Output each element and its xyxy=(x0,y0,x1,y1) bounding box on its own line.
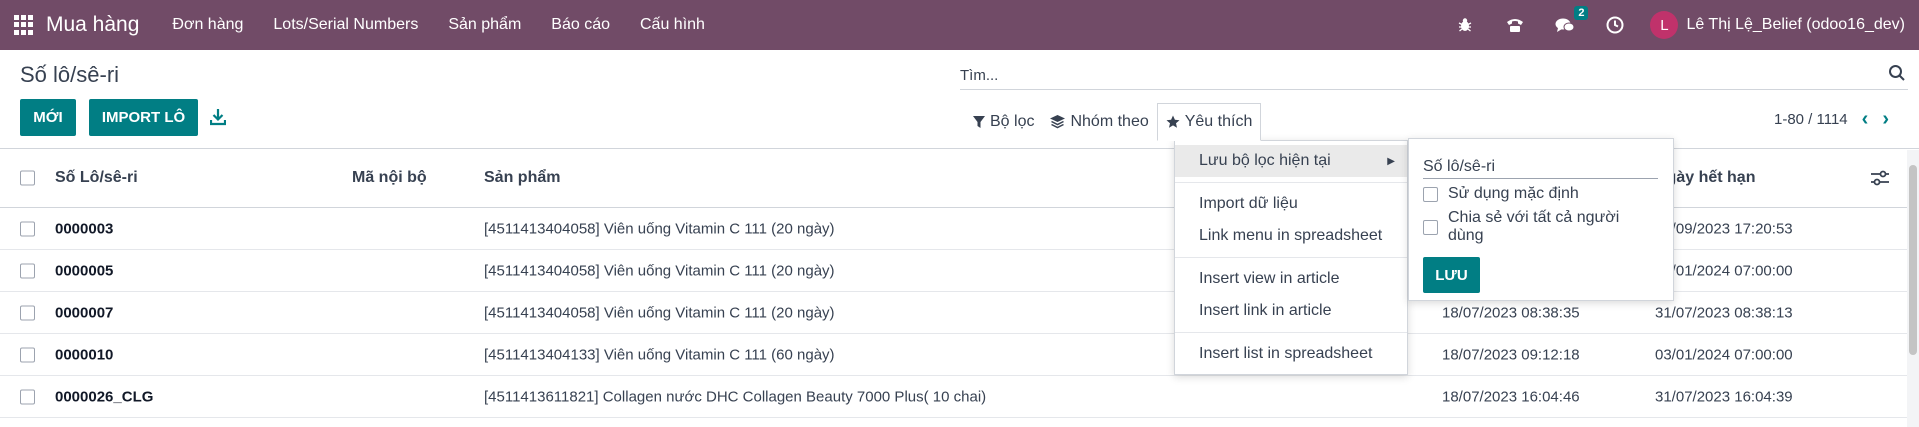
header-product[interactable]: Sản phẩm xyxy=(484,169,560,187)
search-input[interactable] xyxy=(960,62,1860,88)
lot-number: 0000026_CLG xyxy=(55,388,154,405)
new-button[interactable]: MỚI xyxy=(20,99,76,136)
app-name[interactable]: Mua hàng xyxy=(46,13,139,37)
main-menu: Đơn hàng Lots/Serial Numbers Sản phẩm Bá… xyxy=(157,16,720,34)
menu-divider xyxy=(1175,257,1407,258)
expiry-date: 03/01/2024 07:00:00 xyxy=(1655,346,1793,363)
import-data-item[interactable]: Import dữ liệu xyxy=(1175,188,1407,220)
favorites-label: Yêu thích xyxy=(1184,113,1253,130)
bug-icon[interactable] xyxy=(1454,14,1476,36)
row-checkbox[interactable] xyxy=(20,263,35,278)
lot-number: 0000010 xyxy=(55,346,114,363)
scrollbar-thumb[interactable] xyxy=(1909,165,1917,355)
lot-number: 0000003 xyxy=(55,220,114,237)
product-name: [4511413404058] Viên uống Vitamin C 111 … xyxy=(484,262,835,279)
save-current-filter-item[interactable]: Lưu bộ lọc hiện tại ▶ xyxy=(1175,145,1407,177)
star-icon xyxy=(1166,115,1180,128)
download-icon[interactable] xyxy=(210,108,226,126)
expiry-date: 03/01/2024 07:00:00 xyxy=(1655,262,1793,279)
vertical-scrollbar[interactable] xyxy=(1907,150,1919,427)
product-name: [4511413404058] Viên uống Vitamin C 111 … xyxy=(484,220,835,237)
groupby-toggle[interactable]: Nhóm theo xyxy=(1042,103,1156,141)
menu-products[interactable]: Sản phẩm xyxy=(433,16,536,34)
column-settings-icon[interactable] xyxy=(1871,170,1889,186)
created-date: 18/07/2023 09:12:18 xyxy=(1442,346,1580,363)
pager-value[interactable]: 1-80 / 1114 xyxy=(1774,111,1848,128)
save-current-filter-label: Lưu bộ lọc hiện tại xyxy=(1199,152,1331,169)
link-menu-spreadsheet-item[interactable]: Link menu in spreadsheet xyxy=(1175,220,1407,252)
menu-configuration[interactable]: Cấu hình xyxy=(625,16,720,34)
created-date: 18/07/2023 08:38:35 xyxy=(1442,304,1580,321)
row-checkbox[interactable] xyxy=(20,305,35,320)
messages-count-badge: 2 xyxy=(1574,6,1589,20)
clock-icon[interactable] xyxy=(1604,14,1626,36)
lot-number: 0000005 xyxy=(55,262,114,279)
table-row[interactable]: 0000026_CLG [4511413611821] Collagen nướ… xyxy=(0,376,1919,418)
filters-toggle[interactable]: Bộ lọc xyxy=(965,103,1042,141)
header-lot[interactable]: Số Lô/sê-ri xyxy=(55,169,138,187)
menu-divider xyxy=(1175,332,1407,333)
product-name: [4511413611821] Collagen nước DHC Collag… xyxy=(484,388,987,405)
chat-icon[interactable]: 2 xyxy=(1554,6,1589,36)
header-internal-ref[interactable]: Mã nội bộ xyxy=(352,169,427,187)
share-all-checkbox[interactable] xyxy=(1423,219,1438,235)
chevron-left-icon[interactable]: ‹ xyxy=(1862,108,1869,131)
pager: 1-80 / 1114 ‹ › xyxy=(1774,108,1889,131)
search-options: Bộ lọc Nhóm theo Yêu thích xyxy=(965,103,1262,141)
filter-name-input[interactable] xyxy=(1423,155,1658,179)
search-icon[interactable] xyxy=(1888,64,1906,82)
menu-orders[interactable]: Đơn hàng xyxy=(157,16,258,34)
insert-view-article-item[interactable]: Insert view in article xyxy=(1175,263,1407,295)
select-all-checkbox[interactable] xyxy=(20,170,35,186)
menu-lots-serials[interactable]: Lots/Serial Numbers xyxy=(258,16,433,34)
insert-link-article-item[interactable]: Insert link in article xyxy=(1175,295,1407,327)
search-bar xyxy=(960,62,1908,90)
row-checkbox[interactable] xyxy=(20,347,35,362)
menu-reports[interactable]: Báo cáo xyxy=(536,16,625,34)
share-all-label: Chia sẻ với tất cả người dùng xyxy=(1447,209,1620,244)
table-row[interactable]: 0000010 [4511413404133] Viên uống Vitami… xyxy=(0,334,1919,376)
favorites-dropdown: Lưu bộ lọc hiện tại ▶ Import dữ liệu Lin… xyxy=(1174,140,1408,375)
filters-label: Bộ lọc xyxy=(990,113,1035,130)
use-default-option[interactable]: Sử dụng mặc định xyxy=(1423,185,1659,203)
expiry-date: 31/09/2023 17:20:53 xyxy=(1655,220,1793,237)
navbar-systray: 2 L Lê Thị Lệ_Belief (odoo16_dev) xyxy=(1440,0,1919,50)
page-title: Số lô/sê-ri xyxy=(20,62,120,87)
apps-grid-icon[interactable] xyxy=(14,15,34,35)
groupby-label: Nhóm theo xyxy=(1070,113,1149,130)
user-menu[interactable]: Lê Thị Lệ_Belief (odoo16_dev) xyxy=(1686,16,1905,34)
expiry-date: 31/07/2023 16:04:39 xyxy=(1655,388,1793,405)
product-name: [4511413404133] Viên uống Vitamin C 111 … xyxy=(484,346,835,363)
menu-divider xyxy=(1175,182,1407,183)
favorites-toggle[interactable]: Yêu thích xyxy=(1156,103,1262,141)
filter-icon xyxy=(973,115,985,128)
layers-icon xyxy=(1050,115,1066,129)
use-default-label: Sử dụng mặc định xyxy=(1448,185,1579,202)
row-checkbox[interactable] xyxy=(20,221,35,236)
phone-icon[interactable] xyxy=(1504,14,1526,36)
save-filter-panel: Sử dụng mặc định Chia sẻ với tất cả ngườ… xyxy=(1408,138,1674,301)
caret-right-icon: ▶ xyxy=(1387,155,1395,167)
use-default-checkbox[interactable] xyxy=(1423,186,1438,202)
insert-list-spreadsheet-item[interactable]: Insert list in spreadsheet xyxy=(1175,338,1407,370)
row-checkbox[interactable] xyxy=(20,389,35,404)
share-all-option[interactable]: Chia sẻ với tất cả người dùng xyxy=(1423,209,1659,245)
save-filter-button[interactable]: LƯU xyxy=(1423,257,1480,293)
created-date: 18/07/2023 16:04:46 xyxy=(1442,388,1580,405)
lot-number: 0000007 xyxy=(55,304,114,321)
import-lots-button[interactable]: IMPORT LÔ xyxy=(89,99,198,136)
product-name: [4511413404058] Viên uống Vitamin C 111 … xyxy=(484,304,835,321)
avatar[interactable]: L xyxy=(1650,11,1679,39)
chevron-right-icon[interactable]: › xyxy=(1882,108,1889,131)
top-navbar: Mua hàng Đơn hàng Lots/Serial Numbers Sả… xyxy=(0,0,1919,50)
expiry-date: 31/07/2023 08:38:13 xyxy=(1655,304,1793,321)
